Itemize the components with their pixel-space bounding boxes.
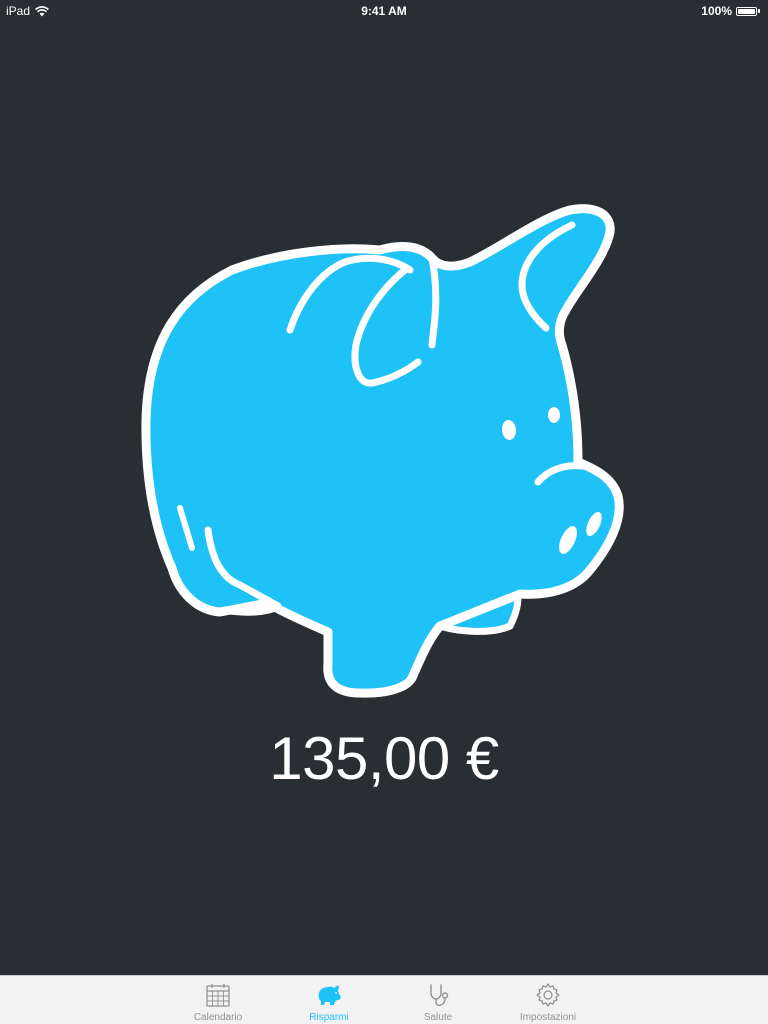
piggy-bank-icon [141, 204, 624, 698]
calendar-icon [205, 982, 231, 1008]
tab-risparmi[interactable]: Risparmi [274, 976, 384, 1024]
gear-icon [535, 982, 561, 1008]
tab-calendario[interactable]: Calendario [163, 976, 273, 1024]
status-time: 9:41 AM [361, 4, 407, 18]
tab-impostazioni[interactable]: Impostazioni [493, 976, 603, 1024]
tab-salute[interactable]: Salute [383, 976, 493, 1024]
tab-label: Risparmi [309, 1012, 349, 1023]
tab-label: Calendario [193, 1012, 243, 1023]
tab-bar: Calendario Risparmi Salute Impostazioni [0, 975, 768, 1024]
piggy-bank-icon [314, 982, 344, 1008]
tab-label: Impostazioni [519, 1012, 577, 1023]
stethoscope-icon [425, 982, 451, 1008]
tab-label: Salute [423, 1012, 453, 1023]
battery-icon [736, 6, 757, 16]
battery-percentage: 100% [701, 4, 732, 18]
battery-fill [738, 8, 755, 14]
battery-tip [758, 9, 760, 13]
status-bar: iPad 9:41 AM 100% [0, 0, 768, 20]
savings-amount: 135,00 € [269, 725, 499, 792]
status-right: 100% [701, 4, 760, 18]
